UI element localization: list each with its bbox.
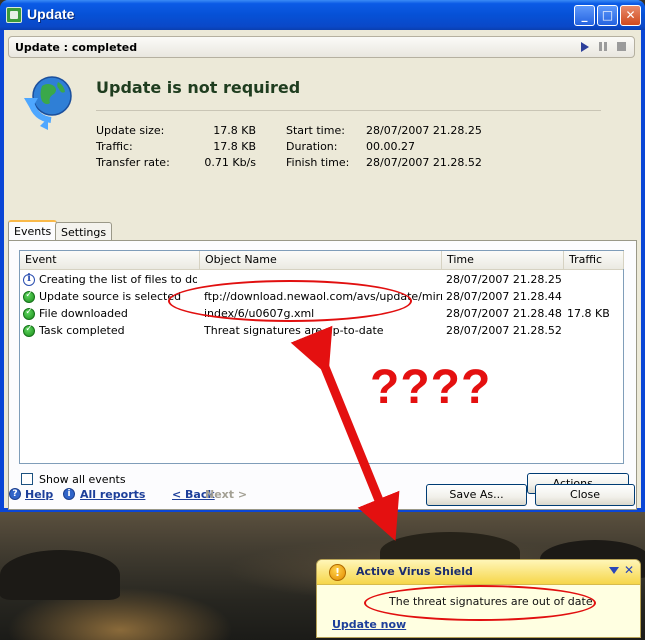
double-arrow — [290, 325, 400, 541]
highlight-ellipse — [364, 585, 596, 621]
popup-title: Active Virus Shield — [356, 565, 473, 578]
update-now-link[interactable]: Update now — [332, 618, 406, 631]
dropdown-icon[interactable] — [609, 567, 619, 574]
popup-title-bar: ! Active Virus Shield ✕ — [317, 560, 640, 585]
warning-icon: ! — [329, 564, 346, 581]
close-icon[interactable]: ✕ — [624, 563, 634, 577]
